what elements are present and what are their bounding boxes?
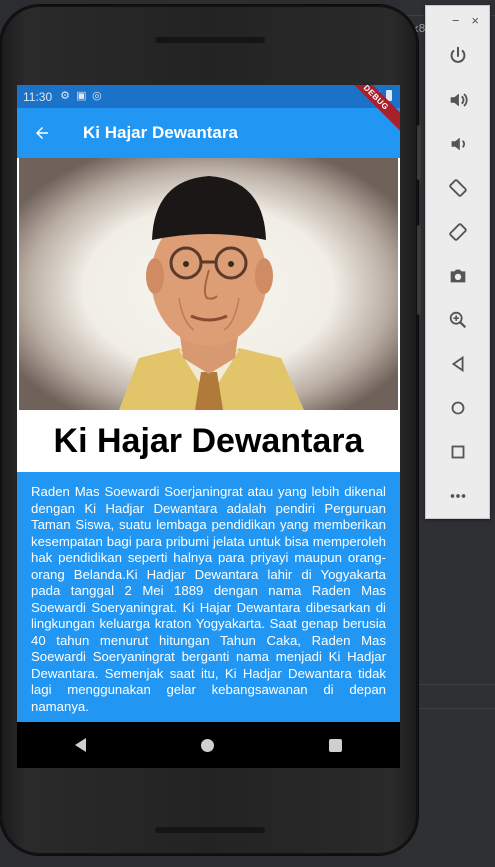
device-screen: 11:30 ⚙ ▣ ◎ DEBUG Ki Hajar Dewantara Ki …: [17, 85, 400, 768]
arrow-back-icon: [36, 127, 48, 139]
volume-up-icon: [450, 93, 468, 107]
nav-home-icon[interactable]: [200, 738, 214, 752]
back-button[interactable]: [17, 108, 67, 158]
minimize-button[interactable]: −: [452, 13, 460, 28]
volume-down-icon: [451, 137, 465, 151]
more-icon: [450, 494, 465, 498]
back-icon: [451, 355, 463, 373]
rotate-left-icon: [448, 179, 467, 197]
volume-side-button: [417, 225, 421, 315]
power-side-button: [417, 125, 421, 180]
screenshot-button[interactable]: [426, 254, 489, 298]
more-options-button[interactable]: [426, 474, 489, 518]
power-button[interactable]: [426, 34, 489, 78]
settings-gear-icon: ⚙: [60, 90, 71, 102]
app-bar: Ki Hajar Dewantara: [17, 108, 400, 158]
home-icon: [451, 401, 464, 415]
camera-icon: [450, 269, 465, 283]
zoom-button[interactable]: [426, 298, 489, 342]
emulator-back-button[interactable]: [426, 342, 489, 386]
emulator-home-button[interactable]: [426, 386, 489, 430]
rotate-left-button[interactable]: [426, 166, 489, 210]
rotate-right-icon: [448, 223, 467, 241]
zoom-icon: [449, 311, 466, 329]
portrait-image: [19, 158, 398, 410]
rotate-right-button[interactable]: [426, 210, 489, 254]
overview-icon: [451, 445, 464, 459]
top-speaker: [155, 37, 265, 43]
navigation-bar: [17, 722, 400, 768]
emulator-toolbar: − ×: [425, 5, 490, 519]
page-headline: Ki Hajar Dewantara: [17, 410, 400, 472]
emulator-overview-button[interactable]: [426, 430, 489, 474]
power-icon: [450, 46, 465, 63]
volume-up-button[interactable]: [426, 78, 489, 122]
app-bar-title: Ki Hajar Dewantara: [83, 123, 238, 142]
nav-back-icon[interactable]: [74, 738, 86, 752]
close-button[interactable]: ×: [471, 13, 479, 28]
status-time: 11:30: [23, 89, 53, 104]
nav-recents-icon[interactable]: [329, 738, 343, 752]
data-saver-icon: ◎: [92, 90, 102, 102]
image-notification-icon: ▣: [76, 90, 87, 102]
status-bar: 11:30 ⚙ ▣ ◎ DEBUG: [17, 85, 400, 134]
volume-down-button[interactable]: [426, 122, 489, 166]
bottom-speaker: [155, 827, 265, 833]
toolbar-window-controls: − ×: [426, 6, 489, 34]
